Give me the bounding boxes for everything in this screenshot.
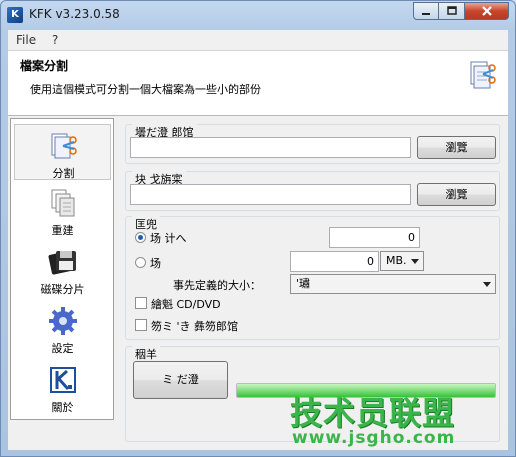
split-file-icon <box>470 61 496 89</box>
app-icon: K <box>7 7 23 23</box>
watermark-url: www.jsgho.com <box>292 428 456 448</box>
option-checkbox-2-label: 笏ミ 'き 彝笏郎馆 <box>151 320 239 333</box>
menu-file[interactable]: File <box>16 33 36 47</box>
maximize-button[interactable] <box>439 2 465 20</box>
split-by-count-radio[interactable] <box>135 232 146 243</box>
sidebar-item-label: 關於 <box>51 401 74 414</box>
sidebar-item-split[interactable]: 分割 <box>14 124 111 180</box>
split-by-size-radio[interactable] <box>135 257 146 268</box>
sidebar-item-label: 重建 <box>51 224 74 237</box>
cd-dvd-checkbox[interactable] <box>135 297 147 309</box>
size-unit-value: MB. <box>386 254 407 267</box>
chevron-down-icon <box>411 259 419 264</box>
gear-icon <box>49 307 77 335</box>
floppy-disk-icon <box>48 251 76 275</box>
mode-header: 檔案分割 使用這個模式可分割一個大檔案為一些小的部份 <box>8 51 508 116</box>
dest-folder-group: 块 戈旃寀 瀏覽 <box>125 171 500 211</box>
maximize-icon <box>446 6 457 15</box>
site-watermark: 技术员联盟 www.jsgho.com <box>290 388 500 448</box>
options-group: 匡兜 场 计へ 0 场 0 MB. 事先定義的大小： '璛 繪魁 CD/DVD … <box>125 216 500 340</box>
chevron-down-icon <box>483 282 491 287</box>
sidebar-item-label: 設定 <box>51 342 74 355</box>
sidebar-item-about[interactable]: 關於 <box>14 359 111 415</box>
start-split-button[interactable]: ミ だ澄 <box>133 361 228 399</box>
split-size-input[interactable]: 0 <box>290 251 379 272</box>
window-controls <box>413 2 509 20</box>
source-browse-button[interactable]: 瀏覽 <box>417 136 496 159</box>
cd-dvd-label: 繪魁 CD/DVD <box>151 298 221 311</box>
dest-folder-input[interactable] <box>130 184 411 205</box>
title-bar[interactable]: K KFK v3.23.0.58 <box>1 1 515 29</box>
kfk-logo-icon <box>50 367 76 393</box>
sidebar-item-settings[interactable]: 設定 <box>14 300 111 356</box>
preset-size-label: 事先定義的大小： <box>173 279 261 292</box>
preset-size-select[interactable]: '璛 <box>290 274 496 294</box>
sidebar-item-label: 分割 <box>52 167 75 180</box>
menu-help[interactable]: ? <box>52 33 58 47</box>
preset-size-value: '璛 <box>296 277 311 290</box>
close-button[interactable] <box>465 2 509 20</box>
dest-browse-button[interactable]: 瀏覽 <box>417 183 496 206</box>
rebuild-icon <box>51 189 75 217</box>
mode-sidebar: 分割 重建 磁碟分片 設定 關於 <box>10 118 114 420</box>
option-checkbox-2[interactable] <box>135 319 147 331</box>
split-count-input[interactable]: 0 <box>329 227 420 248</box>
source-file-input[interactable] <box>130 137 411 158</box>
sidebar-item-disk-span[interactable]: 磁碟分片 <box>14 241 111 297</box>
minimize-button[interactable] <box>413 2 439 20</box>
split-by-count-label: 场 计へ <box>150 232 187 245</box>
split-file-icon <box>51 133 77 159</box>
source-file-group: 壜だ澄 郎馆 瀏覽 <box>125 124 500 164</box>
size-unit-select[interactable]: MB. <box>380 251 424 271</box>
split-by-size-label: 场 <box>150 257 161 270</box>
header-description: 使用這個模式可分割一個大檔案為一些小的部份 <box>30 83 261 96</box>
window-title: KFK v3.23.0.58 <box>29 7 120 21</box>
action-group-title: 秵羊 <box>132 346 160 362</box>
header-title: 檔案分割 <box>20 59 69 73</box>
sidebar-item-label: 磁碟分片 <box>40 283 85 296</box>
menu-bar: File ? <box>8 30 508 51</box>
sidebar-item-rebuild[interactable]: 重建 <box>14 182 111 238</box>
minimize-icon <box>422 13 430 15</box>
close-icon <box>481 6 492 16</box>
